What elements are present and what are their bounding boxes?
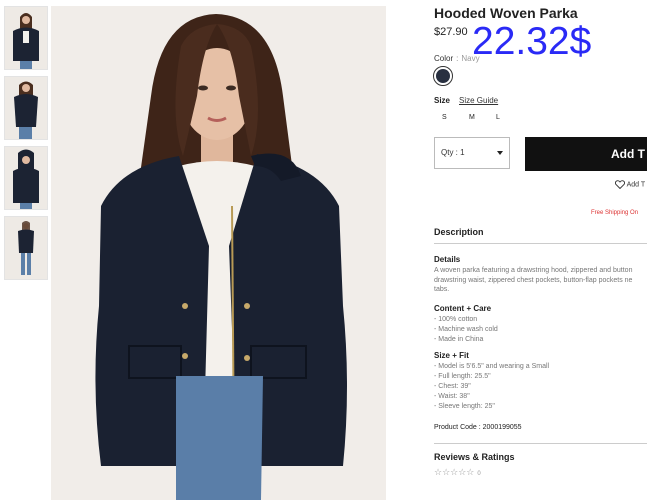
color-label: Color: Navy <box>434 54 480 63</box>
product-title: Hooded Woven Parka <box>434 5 578 21</box>
size-option-l[interactable]: L <box>496 114 500 121</box>
review-count: 0 <box>477 471 481 477</box>
size-guide-link[interactable]: Size Guide <box>459 96 498 105</box>
details-text: A woven parka featuring a drawstring hoo… <box>434 266 647 295</box>
details-line-3: tabs. <box>434 286 450 293</box>
details-line-2: drawstring waist, zippered chest pockets… <box>434 276 633 284</box>
size-option-m[interactable]: M <box>469 114 475 121</box>
color-swatch-navy[interactable] <box>433 66 453 86</box>
chevron-down-icon <box>497 151 503 155</box>
list-item: - Sleeve length: 25" <box>434 403 495 410</box>
add-to-wishlist-button[interactable]: Add T <box>614 180 646 190</box>
size-fit-heading: Size + Fit <box>434 351 469 360</box>
size-option-s[interactable]: S <box>442 114 447 121</box>
list-item: - Waist: 38" <box>434 393 470 400</box>
list-item: - Model is 5'6.5" and wearing a Small <box>434 363 550 370</box>
list-item: - Made in China <box>434 336 484 343</box>
thumbnail-list <box>4 6 48 286</box>
converted-price-overlay: 22.32$ <box>472 20 592 63</box>
free-shipping-notice: Free Shipping On <box>591 210 639 216</box>
main-product-image <box>51 6 386 500</box>
color-value: Navy <box>461 54 480 63</box>
divider <box>434 243 647 244</box>
divider <box>434 443 647 444</box>
details-heading: Details <box>434 255 461 264</box>
description-heading: Description <box>434 227 484 237</box>
heart-icon <box>614 180 626 190</box>
wishlist-label: Add T <box>626 181 646 189</box>
star-icons: ☆☆☆☆☆ <box>434 467 475 477</box>
content-care-heading: Content + Care <box>434 304 492 313</box>
color-separator: : <box>456 54 459 63</box>
list-item: - Chest: 39" <box>434 383 471 390</box>
thumbnail-1[interactable] <box>4 6 48 70</box>
thumbnail-4[interactable] <box>4 216 48 280</box>
thumbnail-2[interactable] <box>4 76 48 140</box>
rating-stars[interactable]: ☆☆☆☆☆ 0 <box>434 467 481 478</box>
thumbnail-3[interactable] <box>4 146 48 210</box>
reviews-heading: Reviews & Ratings <box>434 452 515 462</box>
quantity-select[interactable]: Qty : 1 <box>434 137 510 169</box>
content-care-list: - 100% cotton - Machine wash cold - Made… <box>434 315 498 345</box>
list-item: - Machine wash cold <box>434 326 498 333</box>
product-code: Product Code : 2000199055 <box>434 424 522 431</box>
quantity-value: Qty : 1 <box>441 148 465 157</box>
color-label-text: Color <box>434 54 454 63</box>
details-line-1: A woven parka featuring a drawstring hoo… <box>434 267 633 274</box>
size-label: Size <box>434 96 451 105</box>
list-item: - 100% cotton <box>434 316 478 323</box>
product-price: $27.90 <box>434 26 468 38</box>
size-fit-list: - Model is 5'6.5" and wearing a Small - … <box>434 362 549 412</box>
list-item: - Full length: 25.5" <box>434 373 491 380</box>
add-to-bag-button[interactable]: Add T <box>525 137 647 171</box>
